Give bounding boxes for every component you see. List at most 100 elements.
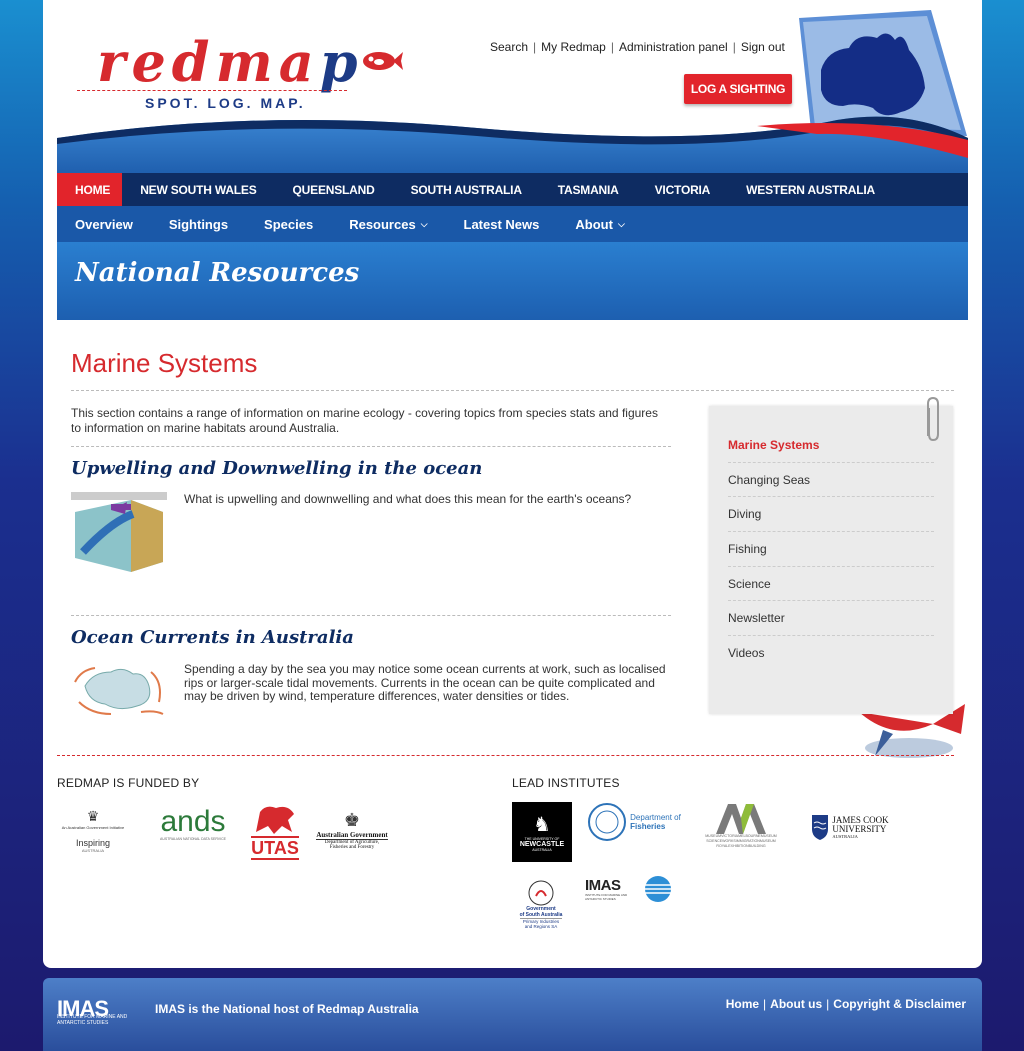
chevron-down-icon: ⌵ bbox=[617, 218, 625, 229]
newcastle-line-3: AUSTRALIA bbox=[532, 848, 552, 852]
section-nav: Overview Sightings Species Resources ⌵ La… bbox=[57, 206, 968, 242]
sa-line-2: of South Australia bbox=[519, 911, 563, 919]
nav-queensland[interactable]: QUEENSLAND bbox=[275, 173, 393, 206]
ands-text: ands bbox=[160, 805, 226, 838]
my-redmap-link[interactable]: My Redmap bbox=[541, 40, 606, 54]
sidebar-item-newsletter[interactable]: Newsletter bbox=[728, 601, 934, 637]
nav-species[interactable]: Species bbox=[246, 206, 331, 242]
imas-wordmark: IMAS bbox=[585, 876, 621, 894]
newcastle-university-logo[interactable]: ♞ THE UNIVERSITY OF NEWCASTLE AUSTRALIA bbox=[512, 802, 572, 862]
museum-text: MUSEUMVICTORIAMELBOURNEMUSEUM SCIENCEWOR… bbox=[705, 833, 777, 848]
page-container: redmap SPOT. LOG. MAP. Search | My Redmap |… bbox=[43, 0, 982, 968]
nav-resources-label: Resources bbox=[349, 216, 416, 232]
ocean-currents-map-thumbnail[interactable] bbox=[71, 662, 167, 718]
piping-shrike-icon bbox=[528, 880, 554, 905]
museum-victoria-logo[interactable]: MUSEUMVICTORIAMELBOURNEMUSEUM SCIENCEWOR… bbox=[693, 800, 789, 850]
james-cook-university-logo[interactable]: JAMES COOK UNIVERSITY AUSTRALIA bbox=[805, 808, 895, 846]
fish-icon bbox=[363, 52, 403, 70]
section-sidebar: Marine Systems Changing Seas Diving Fish… bbox=[709, 406, 953, 714]
inspiring-text: Inspiring bbox=[75, 837, 111, 848]
inspiring-australia-logo[interactable]: ♛ An Australian Government Initiative In… bbox=[57, 800, 129, 860]
imas-logo[interactable]: IMAS INSTITUTE FOR MARINE AND ANTARCTIC … bbox=[583, 874, 675, 904]
article-title-ocean-currents[interactable]: Ocean Currents in Australia bbox=[71, 627, 354, 648]
funders-heading: REDMAP IS FUNDED BY bbox=[57, 776, 200, 790]
nav-tasmania[interactable]: TASMANIA bbox=[540, 173, 637, 206]
header-wave bbox=[57, 116, 968, 174]
footer-copyright-link[interactable]: Copyright & Disclaimer bbox=[833, 997, 966, 1011]
utas-text: UTAS bbox=[251, 836, 299, 860]
institutes-heading: LEAD INSTITUTES bbox=[512, 776, 620, 790]
sidebar-item-fishing[interactable]: Fishing bbox=[728, 532, 934, 567]
lion-icon bbox=[256, 806, 294, 834]
footer-about-link[interactable]: About us bbox=[770, 997, 822, 1011]
sidebar-item-changing-seas[interactable]: Changing Seas bbox=[728, 463, 934, 498]
ands-logo[interactable]: ands AUSTRALIAN NATIONAL DATA SERVICE bbox=[147, 800, 239, 848]
top-links: Search | My Redmap | Administration panel | Si… bbox=[490, 40, 785, 54]
seal-icon bbox=[588, 803, 627, 841]
upwelling-diagram-thumbnail[interactable] bbox=[71, 492, 167, 572]
intro-text: This section contains a range of informa… bbox=[71, 406, 658, 435]
australian-government-logo[interactable]: ♚ Australian Government Department of Ag… bbox=[311, 800, 393, 860]
newcastle-line-2: NEWCASTLE bbox=[519, 841, 565, 848]
footer-divider bbox=[57, 755, 954, 756]
horse-icon: ♞ bbox=[533, 814, 551, 836]
jcu-line-2: UNIVERSITY bbox=[832, 823, 887, 834]
banner-title: National Resources bbox=[75, 258, 360, 288]
nav-about[interactable]: About ⌵ bbox=[557, 206, 642, 242]
imas-sub-text: INSTITUTE FOR MARINE AND ANTARCTIC STUDI… bbox=[585, 892, 628, 901]
logo-word-red: redma bbox=[97, 30, 320, 94]
site-footer: IMAS INSTITUTE FOR MARINE AND ANTARCTIC … bbox=[43, 978, 982, 1051]
coat-of-arms-icon: ♚ bbox=[343, 810, 361, 830]
footer-imas-sub: INSTITUTE FOR MARINE AND ANTARCTIC STUDI… bbox=[57, 1014, 128, 1026]
nav-new-south-wales[interactable]: NEW SOUTH WALES bbox=[122, 173, 274, 206]
crest-icon: ♛ bbox=[86, 807, 100, 824]
fisheries-line-2: Fisheries bbox=[630, 822, 666, 831]
utas-logo[interactable]: UTAS bbox=[250, 800, 300, 862]
search-link[interactable]: Search bbox=[490, 40, 528, 54]
sidebar-item-science[interactable]: Science bbox=[728, 567, 934, 602]
department-of-fisheries-logo[interactable]: Department of Fisheries bbox=[584, 802, 684, 842]
gov-dept-text: Department of Agriculture, Fisheries and… bbox=[324, 840, 380, 850]
shield-icon bbox=[812, 815, 829, 840]
museum-m-icon bbox=[716, 803, 766, 834]
nav-about-label: About bbox=[575, 216, 613, 232]
nav-victoria[interactable]: VICTORIA bbox=[637, 173, 729, 206]
nav-western-australia[interactable]: WESTERN AUSTRALIA bbox=[728, 173, 893, 206]
divider bbox=[71, 446, 671, 447]
imas-text-block: IMAS INSTITUTE FOR MARINE AND ANTARCTIC … bbox=[585, 878, 643, 901]
paperclip-icon bbox=[927, 396, 939, 442]
article-title-upwelling[interactable]: Upwelling and Downwelling in the ocean bbox=[71, 458, 482, 479]
ands-sub-text: AUSTRALIAN NATIONAL DATA SERVICE bbox=[160, 837, 226, 841]
nav-latest-news[interactable]: Latest News bbox=[446, 206, 558, 242]
nav-sightings[interactable]: Sightings bbox=[151, 206, 246, 242]
nav-resources[interactable]: Resources ⌵ bbox=[331, 206, 445, 242]
footer-home-link[interactable]: Home bbox=[726, 997, 759, 1011]
nav-overview[interactable]: Overview bbox=[57, 206, 151, 242]
divider bbox=[71, 615, 671, 616]
sign-out-link[interactable]: Sign out bbox=[741, 40, 785, 54]
sidebar-item-diving[interactable]: Diving bbox=[728, 497, 934, 533]
chevron-down-icon: ⌵ bbox=[420, 218, 428, 229]
gov-text: Australian Government bbox=[316, 831, 388, 840]
logo-wordmark: redmap bbox=[97, 30, 363, 94]
sa-line-4: and Regions SA bbox=[524, 923, 558, 929]
footer-text: IMAS is the National host of Redmap Aust… bbox=[155, 1002, 419, 1016]
jcu-text-block: JAMES COOK UNIVERSITY AUSTRALIA bbox=[832, 815, 888, 839]
nav-home[interactable]: HOME bbox=[57, 173, 123, 206]
admin-panel-link[interactable]: Administration panel bbox=[619, 40, 728, 54]
inspiring-sub-text: AUSTRALIA bbox=[81, 847, 105, 853]
sidebar-item-videos[interactable]: Videos bbox=[728, 636, 934, 671]
page-title: Marine Systems bbox=[71, 348, 258, 378]
logo-word-p: p bbox=[319, 30, 364, 94]
divider bbox=[71, 390, 954, 391]
inspiring-top-text: An Australian Government Initiative bbox=[61, 824, 125, 830]
region-nav: HOME NEW SOUTH WALES QUEENSLAND SOUTH AU… bbox=[57, 173, 968, 206]
page-banner: National Resources bbox=[57, 242, 968, 320]
government-of-south-australia-logo[interactable]: Government of South Australia Primary In… bbox=[508, 874, 574, 934]
sidebar-item-marine-systems[interactable]: Marine Systems bbox=[728, 428, 934, 463]
nav-south-australia[interactable]: SOUTH AUSTRALIA bbox=[393, 173, 540, 206]
article-text-ocean-currents: Spending a day by the sea you may notice… bbox=[184, 662, 666, 703]
footer-links: Home | About us | Copyright & Disclaimer bbox=[725, 997, 966, 1011]
article-text-upwelling: What is upwelling and downwelling and wh… bbox=[184, 492, 632, 506]
imas-globe-icon bbox=[645, 876, 671, 902]
